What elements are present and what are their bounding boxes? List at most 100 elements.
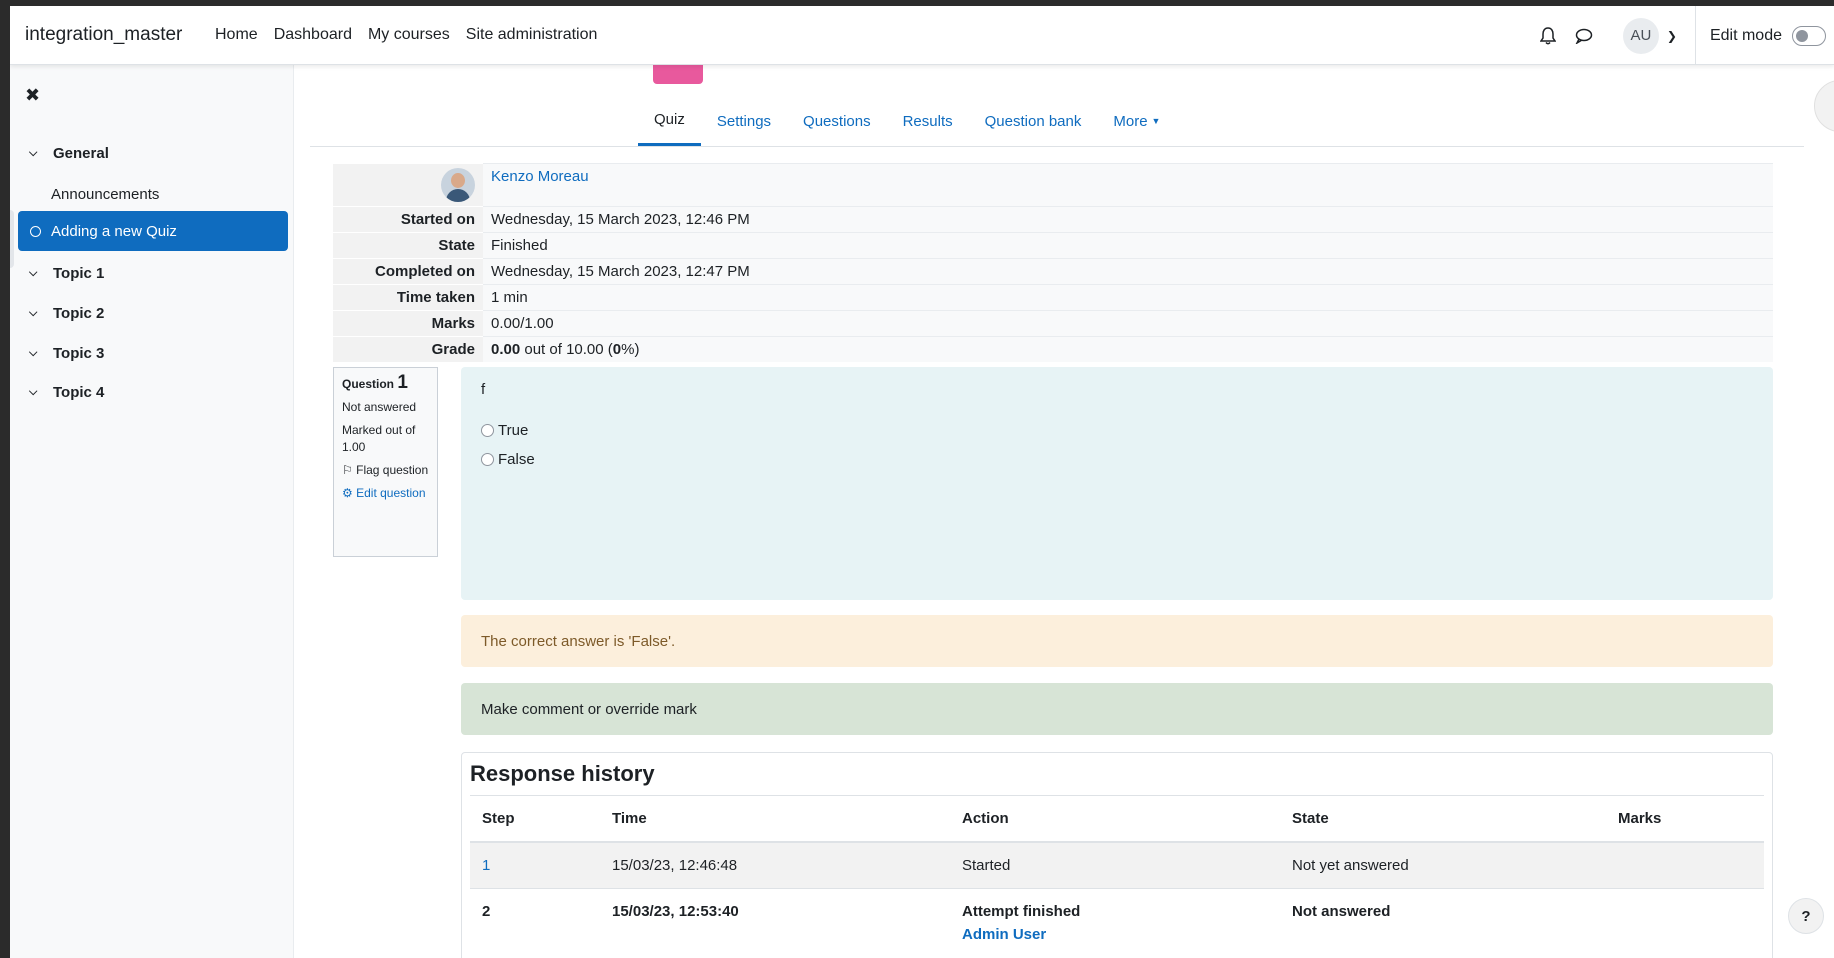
tab-question-bank[interactable]: Question bank [969,96,1098,146]
state-cell: Not yet answered [1280,841,1606,889]
site-brand[interactable]: integration_master [25,24,182,46]
drawer-item-adding-quiz[interactable]: Adding a new Quiz [18,211,288,251]
edit-mode-toggle[interactable] [1792,25,1826,46]
summary-row: Started on Wednesday, 15 March 2023, 12:… [333,206,1773,233]
tab-questions[interactable]: Questions [787,96,887,146]
summary-value: 0.00/1.00 [483,310,1773,337]
nav-site-administration[interactable]: Site administration [466,26,598,44]
course-index-drawer: ✖ ⌵ General Announcements Adding a new Q… [10,65,294,958]
flag-question-button[interactable]: ⚐ Flag question [342,462,429,479]
nav-dashboard[interactable]: Dashboard [274,26,352,44]
answer-label: True [498,422,529,439]
section-topic-3[interactable]: ⌵ Topic 3 [29,345,104,362]
chevron-down-icon[interactable]: ⌵ [29,267,41,280]
close-drawer-icon[interactable]: ✖ [25,85,40,106]
nav-home[interactable]: Home [215,26,258,44]
question-number: Question 1 [342,372,429,393]
radio-false[interactable] [481,453,494,466]
summary-label: Time taken [333,284,483,311]
step-link[interactable]: 1 [482,857,490,874]
time-cell: 15/03/23, 12:53:40 [600,888,950,957]
summary-label: State [333,232,483,259]
navbar-user-area: AU ❯ Edit mode [1537,6,1834,65]
completion-circle-icon [30,225,41,237]
summary-value: Finished [483,232,1773,259]
summary-row-grade: Grade 0.00 out of 10.00 (0%) [333,336,1773,362]
column-header: Time [600,796,950,843]
step-cell: 1 [470,841,600,889]
grade-close: %) [621,341,640,358]
section-topic-2[interactable]: ⌵ Topic 2 [29,305,104,322]
chevron-down-icon[interactable]: ⌵ [29,307,41,320]
section-label: General [53,145,109,162]
user-name-link[interactable]: Kenzo Moreau [491,168,589,185]
block-drawer-toggle[interactable] [1814,80,1834,132]
question-marked-out-of: Marked out of 1.00 [342,423,416,454]
chevron-down-icon[interactable]: ❯ [1667,29,1677,43]
tab-more-label: More [1113,112,1148,130]
response-history-table: Step Time Action State Marks 1 15/03/23,… [470,796,1764,957]
grade-value: 0.00 [491,341,521,358]
table-row: 2 15/03/23, 12:53:40 Attempt finished Adm… [470,888,1764,957]
summary-value-grade: 0.00 out of 10.00 (0%) [483,336,1773,362]
summary-label: Marks [333,310,483,337]
section-topic-4[interactable]: ⌵ Topic 4 [29,384,104,401]
marks-cell [1606,888,1764,957]
drawer-item-announcements[interactable]: Announcements [51,186,159,203]
flag-question-label: Flag question [356,463,429,477]
browser-viewport: integration_master Home Dashboard My cou… [10,6,1834,958]
user-picture-cell [333,163,483,207]
section-topic-1[interactable]: ⌵ Topic 1 [29,265,104,282]
bell-icon[interactable] [1537,25,1559,47]
chevron-down-icon[interactable]: ⌵ [29,147,41,160]
user-avatar-picture[interactable] [441,168,475,202]
chevron-down-icon[interactable]: ⌵ [29,386,41,399]
question-number-value: 1 [397,372,408,393]
grade-out-of: out of 10.00 ( [520,341,613,358]
help-button[interactable]: ? [1788,898,1824,934]
action-text: Attempt finished [962,903,1081,920]
chevron-down-icon: ▼ [1151,116,1161,126]
chevron-down-icon[interactable]: ⌵ [29,347,41,360]
admin-user-link[interactable]: Admin User [962,926,1268,943]
messages-icon[interactable] [1573,25,1595,47]
section-general[interactable]: ⌵ General [29,145,109,162]
drawer-edge-handle[interactable] [10,210,14,268]
time-cell: 15/03/23, 12:46:48 [600,841,950,889]
edit-question-link[interactable]: ⚙ Edit question [342,485,429,502]
summary-value: Wednesday, 15 March 2023, 12:47 PM [483,258,1773,285]
nav-my-courses[interactable]: My courses [368,26,450,44]
tab-quiz[interactable]: Quiz [638,96,701,146]
section-label: Topic 1 [53,265,105,282]
question-text: f [481,381,486,398]
user-name-cell: Kenzo Moreau [483,163,1773,207]
answer-option-true: True [481,422,1753,439]
gear-icon: ⚙ [342,486,353,500]
section-label: Topic 4 [53,384,105,401]
summary-row: State Finished [333,232,1773,259]
secondary-navigation: Quiz Settings Questions Results Question… [638,96,1176,146]
summary-label: Grade [333,336,483,362]
tab-results[interactable]: Results [887,96,969,146]
marks-cell [1606,841,1764,889]
table-row: 1 15/03/23, 12:46:48 Started Not yet ans… [470,841,1764,889]
section-label: Topic 3 [53,345,105,362]
column-header: Action [950,796,1280,843]
tab-more[interactable]: More ▼ [1097,96,1176,146]
step-cell: 2 [470,888,600,957]
question-status: Not answered [342,400,417,414]
summary-row: Time taken 1 min [333,284,1773,311]
top-navbar: integration_master Home Dashboard My cou… [10,6,1834,65]
primary-navigation: Home Dashboard My courses Site administr… [215,26,597,44]
question-info-panel: Question 1 Not answered Marked out of 1.… [333,367,438,557]
make-comment-link[interactable]: Make comment or override mark [461,683,1773,735]
radio-true[interactable] [481,424,494,437]
summary-label: Started on [333,206,483,233]
grade-percent: 0 [612,341,622,358]
summary-row: Marks 0.00/1.00 [333,310,1773,337]
tab-settings[interactable]: Settings [701,96,787,146]
column-header: Step [470,796,600,843]
action-cell: Attempt finished Admin User [950,888,1280,957]
state-cell: Not answered [1280,888,1606,957]
user-avatar[interactable]: AU [1622,17,1659,54]
